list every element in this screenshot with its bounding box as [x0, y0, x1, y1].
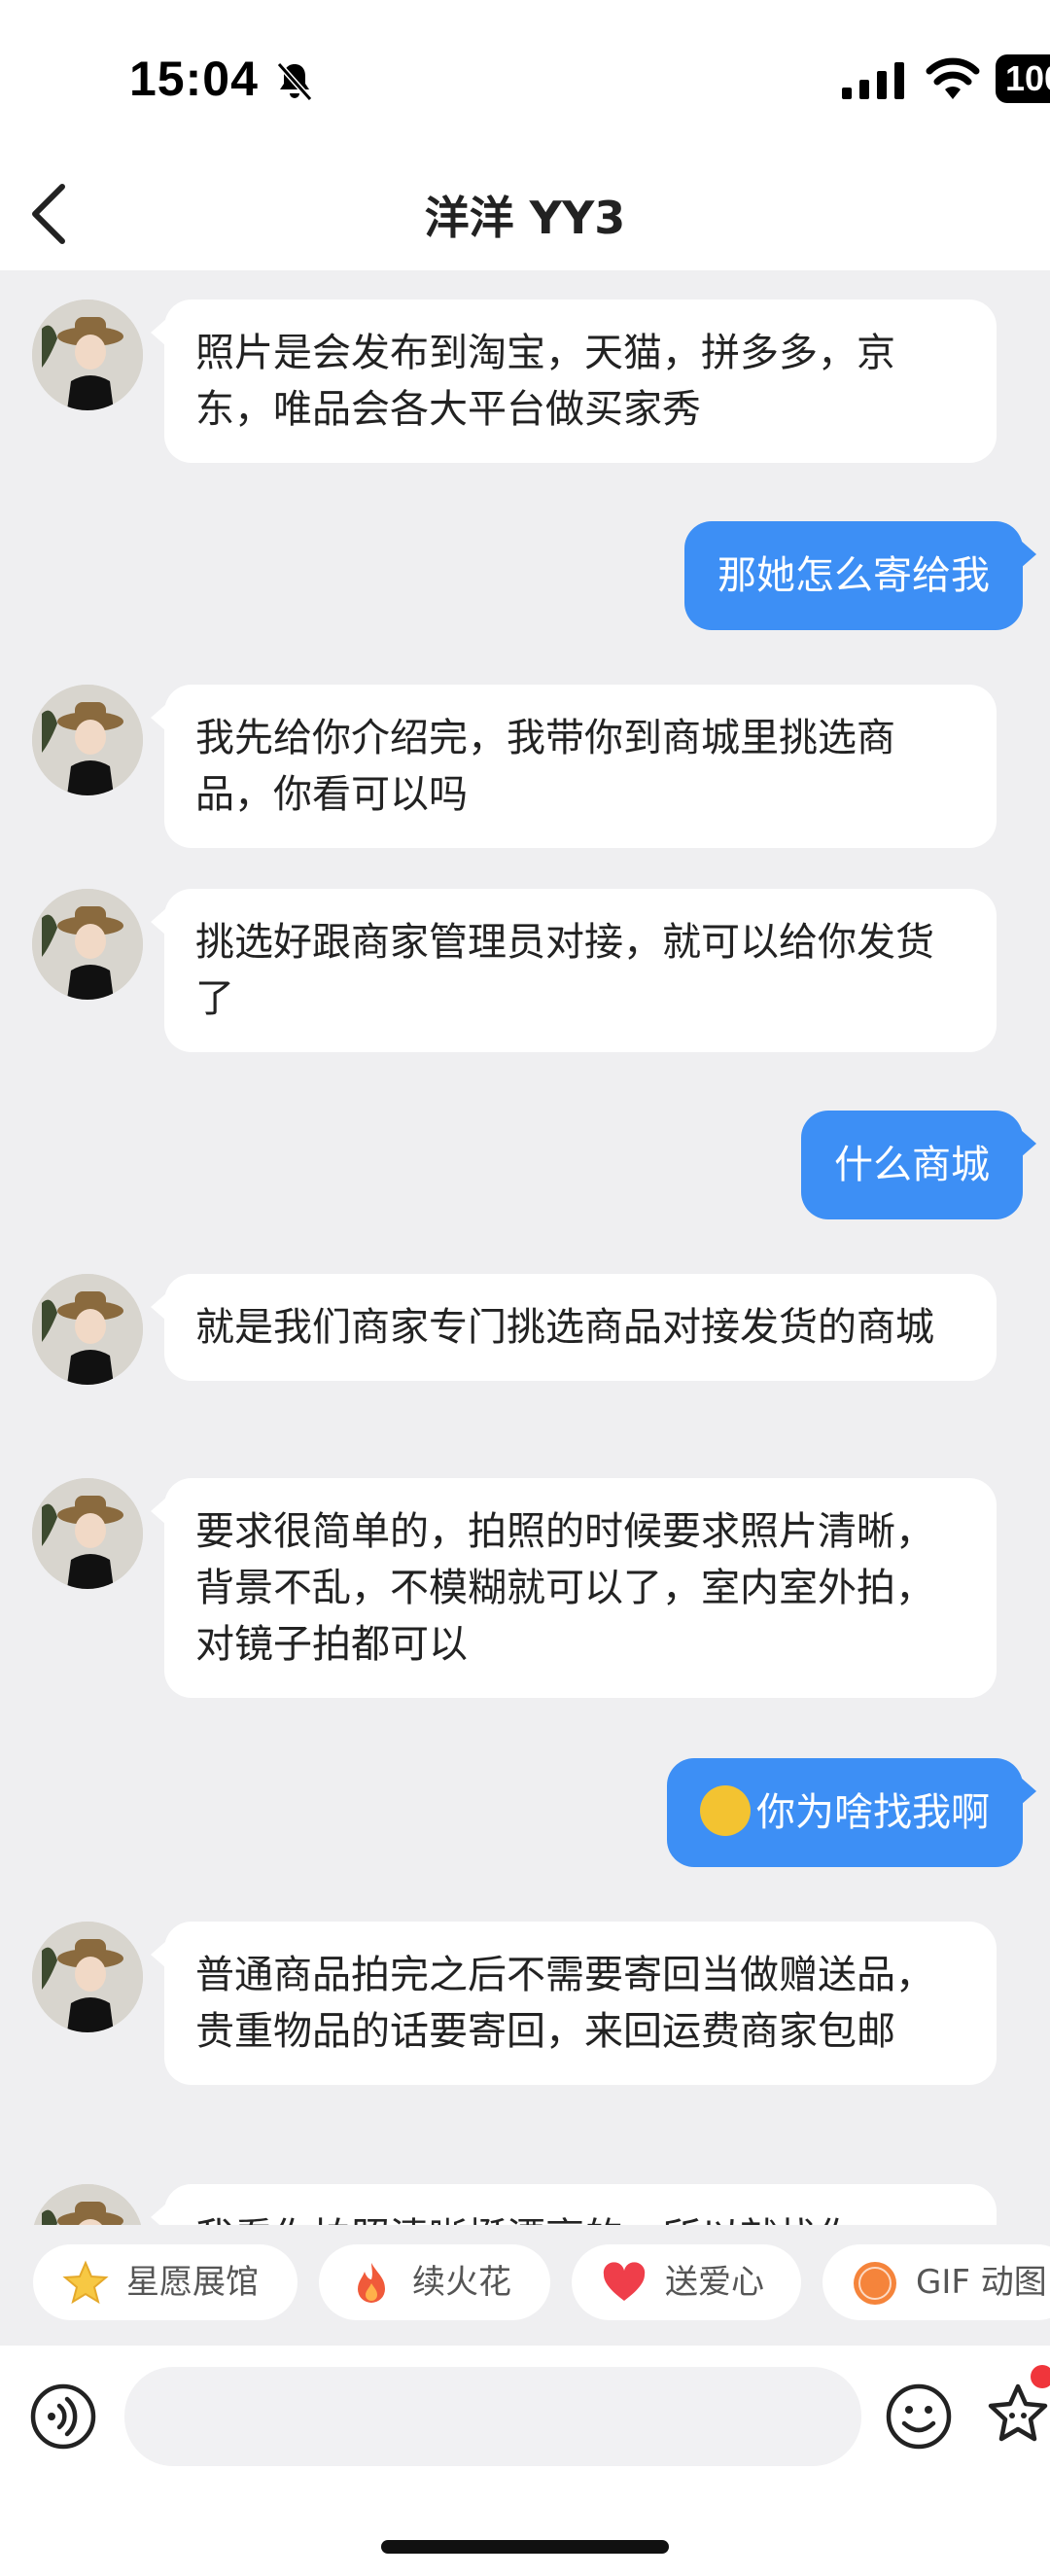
- message-bubble-sent[interactable]: 那她怎么寄给我: [684, 521, 1036, 630]
- message-bubble-received[interactable]: 要求很简单的，拍照的时候要求照片清晰，背景不乱，不模糊就可以了，室内室外拍，对镜…: [151, 1478, 997, 1698]
- avatar[interactable]: [32, 1274, 143, 1385]
- avatar[interactable]: [32, 685, 143, 795]
- cellular-signal-icon: [842, 62, 904, 99]
- chip-spark[interactable]: 续火花: [319, 2244, 550, 2320]
- notification-dot: [1031, 2365, 1050, 2388]
- emoji-icon[interactable]: [885, 2382, 953, 2451]
- chip-label: 星愿展馆: [126, 2263, 259, 2302]
- message-bubble-received[interactable]: 挑选好跟商家管理员对接，就可以给你发货了: [151, 889, 997, 1052]
- wifi-icon: [926, 57, 980, 99]
- gif-icon: [854, 2262, 896, 2305]
- message-bubble-received[interactable]: 普通商品拍完之后不需要寄回当做赠送品，贵重物品的话要寄回，来回运费商家包邮: [151, 1922, 997, 2085]
- avatar[interactable]: [32, 1478, 143, 1589]
- message-bubble-sent[interactable]: 什么商城: [801, 1111, 1036, 1219]
- chat-header: 洋洋 YY3: [0, 156, 1050, 270]
- chat-title: 洋洋 YY3: [424, 192, 626, 244]
- chip-label: GIF 动图: [916, 2263, 1047, 2302]
- chip-star-gallery[interactable]: 星愿展馆: [33, 2244, 298, 2320]
- home-indicator[interactable]: [381, 2540, 669, 2554]
- message-bubble-received[interactable]: 就是我们商家专门挑选商品对接发货的商城: [151, 1274, 997, 1381]
- avatar-photo: [32, 1478, 143, 1589]
- chip-label: 送爱心: [665, 2263, 764, 2302]
- avatar[interactable]: [32, 2184, 143, 2225]
- avatar[interactable]: [32, 889, 143, 1000]
- message-bubble-sent[interactable]: 你为啥找我啊: [667, 1758, 1036, 1867]
- fire-icon: [358, 2263, 385, 2303]
- more-features-icon[interactable]: [984, 2381, 1050, 2449]
- chip-label: 续火花: [412, 2263, 511, 2302]
- message-bubble-received[interactable]: 照片是会发布到淘宝，天猫，拼多多，京东，唯品会各大平台做买家秀: [151, 300, 997, 463]
- avatar-photo: [32, 1922, 143, 2032]
- status-time: 15:04: [129, 52, 259, 106]
- avatar-photo: [32, 2184, 143, 2225]
- avatar[interactable]: [32, 300, 143, 410]
- star-icon: [62, 2260, 109, 2305]
- avatar[interactable]: [32, 1922, 143, 2032]
- voice-input-icon[interactable]: [29, 2382, 97, 2451]
- message-bubble-received[interactable]: 我先给你介绍完，我带你到商城里挑选商品，你看可以吗: [151, 685, 997, 848]
- message-text: 你为啥找我啊: [756, 1790, 990, 1835]
- avatar-photo: [32, 1274, 143, 1385]
- crying-laughing-emoji-icon: [700, 1785, 751, 1836]
- battery-indicator: 100: [996, 54, 1050, 103]
- chip-send-heart[interactable]: 送爱心: [572, 2244, 801, 2320]
- bell-muted-icon: [276, 62, 313, 101]
- message-input-bar: [0, 2346, 1050, 2576]
- avatar-photo: [32, 685, 143, 795]
- message-input[interactable]: [124, 2367, 861, 2466]
- chip-gif[interactable]: GIF 动图: [822, 2244, 1050, 2320]
- status-bar: 15:04 100: [0, 0, 1050, 156]
- chat-message-list[interactable]: 照片是会发布到淘宝，天猫，拼多多，京东，唯品会各大平台做买家秀 那她怎么寄给我 …: [0, 270, 1050, 2225]
- message-bubble-received[interactable]: 我看你拍照清晰挺漂亮的，所以就找你: [151, 2184, 997, 2225]
- avatar-photo: [32, 300, 143, 410]
- heart-icon: [603, 2262, 646, 2301]
- quick-action-bar: 星愿展馆 续火花 送爱心 GIF 动图: [0, 2225, 1050, 2346]
- avatar-photo: [32, 889, 143, 1000]
